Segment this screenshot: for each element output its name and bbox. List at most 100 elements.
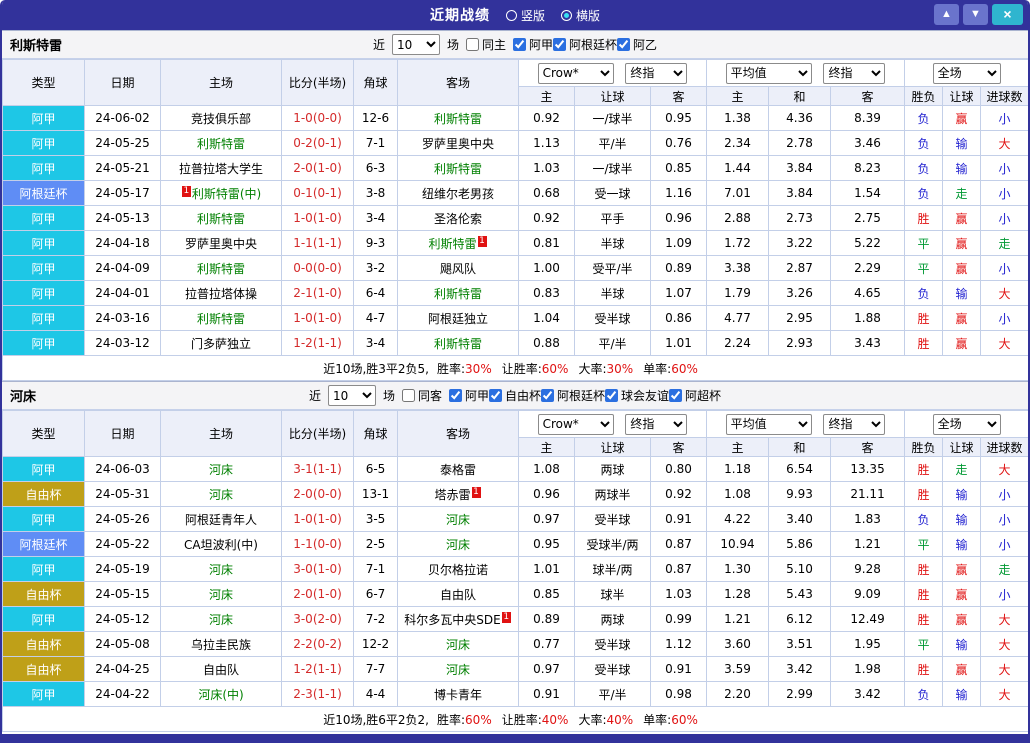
league-checkbox-input[interactable] xyxy=(605,388,619,402)
scope-select[interactable]: 全场 xyxy=(932,62,1001,84)
average-odds-cell: 2.73 xyxy=(768,205,832,231)
recent-count-select[interactable]: 10 xyxy=(327,385,376,406)
result-cell: 负 xyxy=(904,130,944,156)
league-checkbox-input[interactable] xyxy=(553,37,567,51)
league-checkbox[interactable]: 阿根廷杯 xyxy=(541,387,605,404)
bookmaker-select[interactable]: Crow* xyxy=(537,62,614,84)
match-date-cell: 24-05-19 xyxy=(84,556,161,582)
final-odds-select-1[interactable]: 终指 xyxy=(625,413,688,435)
team-name-text: 河床 xyxy=(208,462,233,477)
league-checkbox-input[interactable] xyxy=(669,388,683,402)
league-checkbox[interactable]: 阿甲 xyxy=(513,36,553,53)
league-checkbox[interactable]: 自由杯 xyxy=(489,387,541,404)
average-select[interactable]: 平均值 xyxy=(725,62,812,84)
bookmaker-odds-cell: 0.91 xyxy=(649,506,708,532)
col-odds-home: 主 xyxy=(518,86,575,106)
match-date-cell: 24-05-21 xyxy=(84,155,161,181)
result-cell: 赢 xyxy=(942,230,982,256)
team-name-text: 河床 xyxy=(445,512,470,527)
league-type-cell: 阿甲 xyxy=(2,305,85,331)
team-name-text: 利斯特雷 xyxy=(196,311,245,326)
bookmaker-odds-cell: 0.81 xyxy=(518,230,575,256)
league-checkbox[interactable]: 阿超杯 xyxy=(669,387,721,404)
league-checkbox-input[interactable] xyxy=(541,388,555,402)
summary-stat-label: 胜率: xyxy=(437,361,466,376)
recent-count-select[interactable]: 10 xyxy=(391,34,440,55)
bookmaker-odds-cell: 1.01 xyxy=(518,556,575,582)
average-odds-cell: 9.28 xyxy=(830,556,906,582)
layout-radio-vertical[interactable]: 竖版 xyxy=(505,7,545,24)
home-team-cell: 河床 xyxy=(160,606,282,632)
league-type-cell: 自由杯 xyxy=(2,656,85,682)
league-checkbox[interactable]: 球会友谊 xyxy=(605,387,669,404)
average-odds-cell: 3.46 xyxy=(830,130,906,156)
average-odds-cell: 3.22 xyxy=(768,230,832,256)
same-venue-checkbox-input[interactable] xyxy=(465,38,479,51)
scope-select[interactable]: 全场 xyxy=(932,413,1001,435)
bookmaker-odds-cell: 受球半/两 xyxy=(574,531,651,557)
corner-cell: 6-3 xyxy=(353,155,398,181)
league-checkbox[interactable]: 阿甲 xyxy=(448,387,489,404)
league-checkbox[interactable]: 阿乙 xyxy=(617,36,657,53)
league-checkbox-label: 自由杯 xyxy=(505,388,542,403)
average-odds-cell: 4.77 xyxy=(706,305,770,331)
close-button[interactable]: × xyxy=(992,4,1023,25)
result-cell: 大 xyxy=(980,456,1028,482)
bookmaker-odds-cell: 0.95 xyxy=(649,105,708,131)
average-odds-cell: 3.26 xyxy=(768,280,832,306)
layout-radio-horizontal[interactable]: 横版 xyxy=(561,7,600,24)
result-cell: 赢 xyxy=(942,205,982,231)
filters: 近 10 场 同主 阿甲 阿根廷杯 阿乙 xyxy=(373,34,657,55)
league-type-cell: 阿甲 xyxy=(2,105,85,131)
radio-label: 竖版 xyxy=(520,8,545,23)
result-scope-header: 全场 xyxy=(904,59,1028,87)
league-checkbox[interactable]: 阿根廷杯 xyxy=(553,36,617,53)
summary-stat-value: 60% xyxy=(671,361,698,376)
average-select[interactable]: 平均值 xyxy=(725,413,812,435)
league-type-cell: 自由杯 xyxy=(2,581,85,607)
match-row: 阿甲 24-05-12 河床 3-0(2-0) 7-2 科尔多瓦中央SDE 1 0.89 两球 0… xyxy=(2,606,1028,632)
result-cell: 大 xyxy=(980,330,1028,356)
average-odds-cell: 1.21 xyxy=(706,606,770,632)
team-section: 利斯特雷 近 10 场 同主 阿甲 阿根廷杯 阿乙 类型 日期 主场 比分(半场… xyxy=(2,30,1028,381)
score-cell: 2-0(0-0) xyxy=(281,481,354,507)
team-name-text: 拉普拉塔体操 xyxy=(184,286,257,301)
col-odds-away: 客 xyxy=(649,437,708,457)
team-name-text: 利斯特雷 xyxy=(428,236,477,251)
home-team-cell: 拉普拉塔体操 xyxy=(160,280,282,306)
team-name-text: 自由队 xyxy=(439,587,476,602)
average-odds-cell: 1.98 xyxy=(830,656,906,682)
bookmaker-odds-cell: 两球 xyxy=(574,606,651,632)
result-cell: 负 xyxy=(904,280,944,306)
match-date-cell: 24-06-03 xyxy=(84,456,161,482)
league-checkbox-input[interactable] xyxy=(489,388,502,402)
table-header: 类型 日期 主场 比分(半场) 角球 客场 Crow* 终指 平均值 终指 全场… xyxy=(2,410,1028,457)
team-name-text: 利斯特雷 xyxy=(196,211,245,226)
same-venue-checkbox[interactable]: 同主 xyxy=(465,36,506,53)
average-odds-cell: 3.84 xyxy=(768,180,832,206)
same-venue-checkbox[interactable]: 同客 xyxy=(401,387,442,404)
summary-stat: 单率:60% xyxy=(643,713,698,727)
bookmaker-select[interactable]: Crow* xyxy=(537,413,614,435)
matches-table: 类型 日期 主场 比分(半场) 角球 客场 Crow* 终指 平均值 终指 全场… xyxy=(2,410,1028,732)
same-venue-checkbox-input[interactable] xyxy=(401,389,415,402)
table-body: 阿甲 24-06-02 竞技俱乐部 1-0(0-0) 12-6 利斯特雷 0.92 一/球半 0… xyxy=(2,105,1028,356)
final-odds-select-1[interactable]: 终指 xyxy=(625,62,688,84)
league-checkbox-label: 阿甲 xyxy=(529,37,554,52)
final-odds-select-2[interactable]: 终指 xyxy=(823,413,886,435)
league-checkbox-input[interactable] xyxy=(513,37,526,51)
bookmaker-odds-cell: 0.68 xyxy=(518,180,575,206)
average-odds-cell: 3.51 xyxy=(768,631,832,657)
col-odds-handicap: 让球 xyxy=(574,86,651,106)
red-card-badge: 1 xyxy=(477,235,487,247)
summary-stat: 大率:40% xyxy=(578,713,633,727)
league-type-cell: 阿甲 xyxy=(2,330,85,356)
league-checkbox-input[interactable] xyxy=(448,388,462,402)
move-up-button[interactable]: ▲ xyxy=(934,4,959,25)
league-checkbox-input[interactable] xyxy=(617,37,631,51)
summary-prefix: 近10场,胜6平2负2, xyxy=(323,712,429,727)
final-odds-select-2[interactable]: 终指 xyxy=(823,62,886,84)
bookmaker-odds-cell: 0.83 xyxy=(518,280,575,306)
move-down-button[interactable]: ▼ xyxy=(963,4,988,25)
away-team-cell: 圣洛伦索 xyxy=(397,205,519,231)
